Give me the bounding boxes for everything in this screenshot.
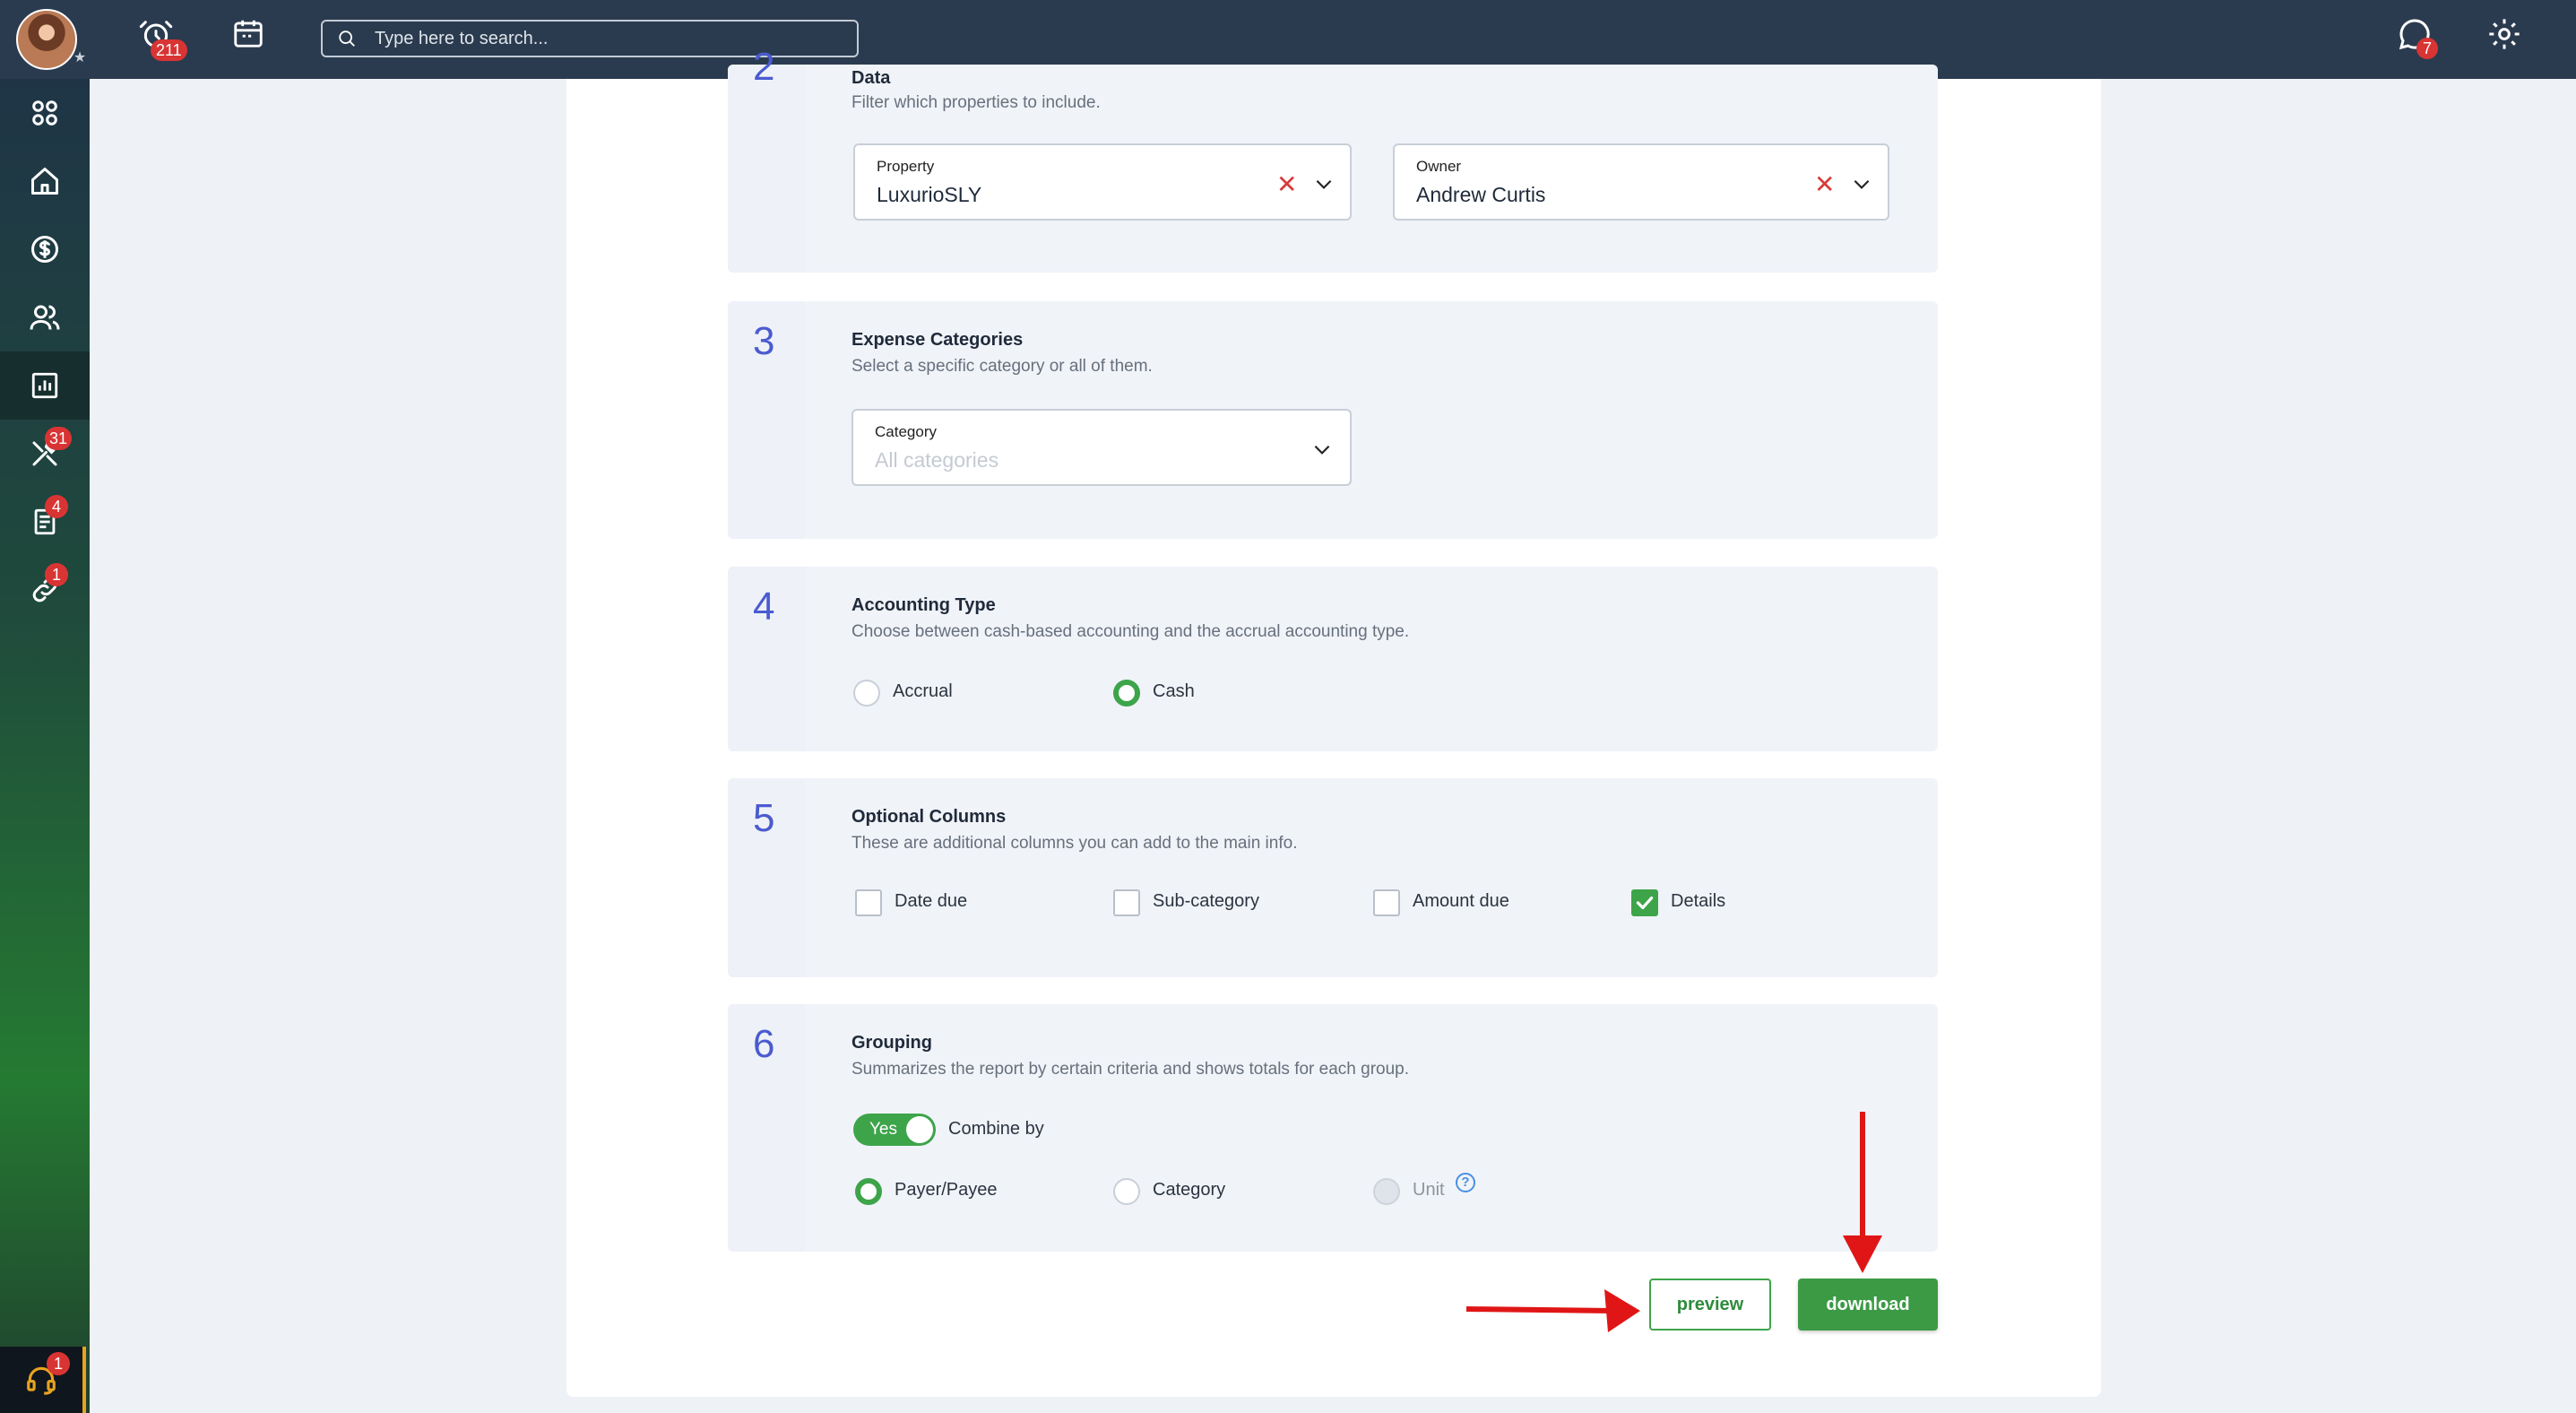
section-description: Choose between cash-based accounting and…	[851, 622, 1410, 641]
combine-by-label: Combine by	[948, 1119, 1044, 1139]
sidebar-item-home[interactable]	[0, 147, 90, 215]
owner-label: Owner	[1416, 158, 1462, 175]
property-label: Property	[877, 158, 935, 175]
arrow-to-preview	[1465, 1289, 1640, 1332]
messages-button[interactable]: 7	[2397, 16, 2443, 63]
gear-icon	[2489, 19, 2520, 49]
section-number: 5	[753, 796, 775, 840]
section-description: These are additional columns you can add…	[851, 834, 1298, 853]
category-select[interactable]: Category All categories	[851, 409, 1352, 486]
alerts-badge: 211	[151, 39, 187, 61]
settings-button[interactable]	[2486, 16, 2533, 63]
radio-category[interactable]	[1113, 1178, 1140, 1205]
checkmark-icon	[1636, 896, 1654, 910]
search-box[interactable]	[321, 20, 859, 57]
sidebar-item-people[interactable]	[0, 283, 90, 351]
checkbox-date-due-label: Date due	[895, 891, 968, 911]
apps-grid-icon	[32, 100, 57, 126]
radio-accrual-label: Accrual	[893, 681, 953, 701]
section-number: 3	[753, 319, 775, 363]
radio-accrual[interactable]	[853, 680, 880, 706]
sidebar-item-links[interactable]: 1	[0, 556, 90, 624]
calendar-icon	[234, 20, 263, 48]
section-title: Data	[851, 68, 891, 88]
section-title: Accounting Type	[851, 595, 996, 615]
section-description: Filter which properties to include.	[851, 93, 1101, 112]
arrow-to-download	[1843, 1112, 1882, 1273]
checkbox-details[interactable]	[1631, 889, 1658, 916]
grouping-toggle[interactable]: Yes	[853, 1114, 936, 1146]
sidebar-item-finance[interactable]	[0, 215, 90, 283]
home-icon	[31, 168, 58, 195]
chevron-down-icon[interactable]	[1310, 438, 1334, 461]
maintenance-badge: 31	[45, 427, 73, 450]
category-label: Category	[875, 423, 937, 440]
checkbox-details-label: Details	[1671, 891, 1726, 911]
radio-category-label: Category	[1153, 1180, 1226, 1200]
clear-property-icon[interactable]: ✕	[1276, 172, 1297, 197]
sidebar-item-maintenance[interactable]: 31	[0, 420, 90, 488]
dollar-icon	[31, 236, 58, 263]
section-accounting-type: 4 Accounting Type Choose between cash-ba…	[728, 567, 1938, 751]
owner-select[interactable]: Owner Andrew Curtis ✕	[1393, 143, 1889, 221]
section-number: 4	[753, 585, 775, 628]
radio-payer-payee[interactable]	[855, 1178, 882, 1205]
reports-chart-icon	[31, 372, 58, 399]
links-badge: 1	[45, 563, 68, 586]
checkbox-date-due[interactable]	[855, 889, 882, 916]
chevron-down-icon[interactable]	[1850, 172, 1873, 195]
section-title: Expense Categories	[851, 330, 1024, 350]
radio-unit	[1373, 1178, 1400, 1205]
user-avatar[interactable]	[16, 9, 77, 70]
section-description: Select a specific category or all of the…	[851, 357, 1153, 376]
clear-owner-icon[interactable]: ✕	[1814, 172, 1835, 197]
people-icon	[30, 305, 60, 330]
section-data: 2 Data Filter which properties to includ…	[728, 45, 1938, 273]
sidebar-item-reports[interactable]	[0, 351, 90, 420]
pin-icon: ★	[73, 50, 87, 65]
category-placeholder: All categories	[875, 448, 999, 472]
section-number: 6	[753, 1022, 775, 1066]
support-button[interactable]: 1	[0, 1347, 86, 1413]
section-number: 2	[753, 45, 775, 89]
radio-payer-payee-label: Payer/Payee	[895, 1180, 998, 1200]
checkbox-amount-due-label: Amount due	[1413, 891, 1509, 911]
annotation-arrows	[1465, 1112, 1882, 1332]
property-value: LuxurioSLY	[877, 183, 982, 206]
search-icon	[339, 30, 355, 47]
radio-unit-label: Unit	[1413, 1180, 1445, 1200]
property-select[interactable]: Property LuxurioSLY ✕	[853, 143, 1352, 221]
sidebar: 31 4 1 1	[0, 79, 90, 1413]
chevron-down-icon[interactable]	[1312, 172, 1336, 195]
checkbox-sub-category[interactable]	[1113, 889, 1140, 916]
sidebar-item-documents[interactable]: 4	[0, 488, 90, 556]
owner-value: Andrew Curtis	[1416, 183, 1546, 206]
section-expense-categories: 3 Expense Categories Select a specific c…	[728, 301, 1938, 539]
checkbox-sub-category-label: Sub-category	[1153, 891, 1259, 911]
section-title: Grouping	[851, 1033, 932, 1053]
section-number-column	[728, 65, 805, 273]
radio-cash-label: Cash	[1153, 681, 1195, 701]
documents-badge: 4	[45, 495, 68, 518]
calendar-button[interactable]	[231, 16, 278, 63]
toggle-yes-label: Yes	[869, 1120, 897, 1139]
sidebar-item-apps[interactable]	[0, 79, 90, 147]
messages-badge: 7	[2416, 38, 2438, 59]
radio-cash[interactable]	[1113, 680, 1140, 706]
toggle-knob	[906, 1116, 933, 1143]
alerts-button[interactable]: 211	[138, 16, 187, 63]
support-badge: 1	[47, 1352, 70, 1375]
section-optional-columns: 5 Optional Columns These are additional …	[728, 778, 1938, 977]
section-title: Optional Columns	[851, 807, 1007, 827]
checkbox-amount-due[interactable]	[1373, 889, 1400, 916]
section-description: Summarizes the report by certain criteri…	[851, 1060, 1410, 1079]
